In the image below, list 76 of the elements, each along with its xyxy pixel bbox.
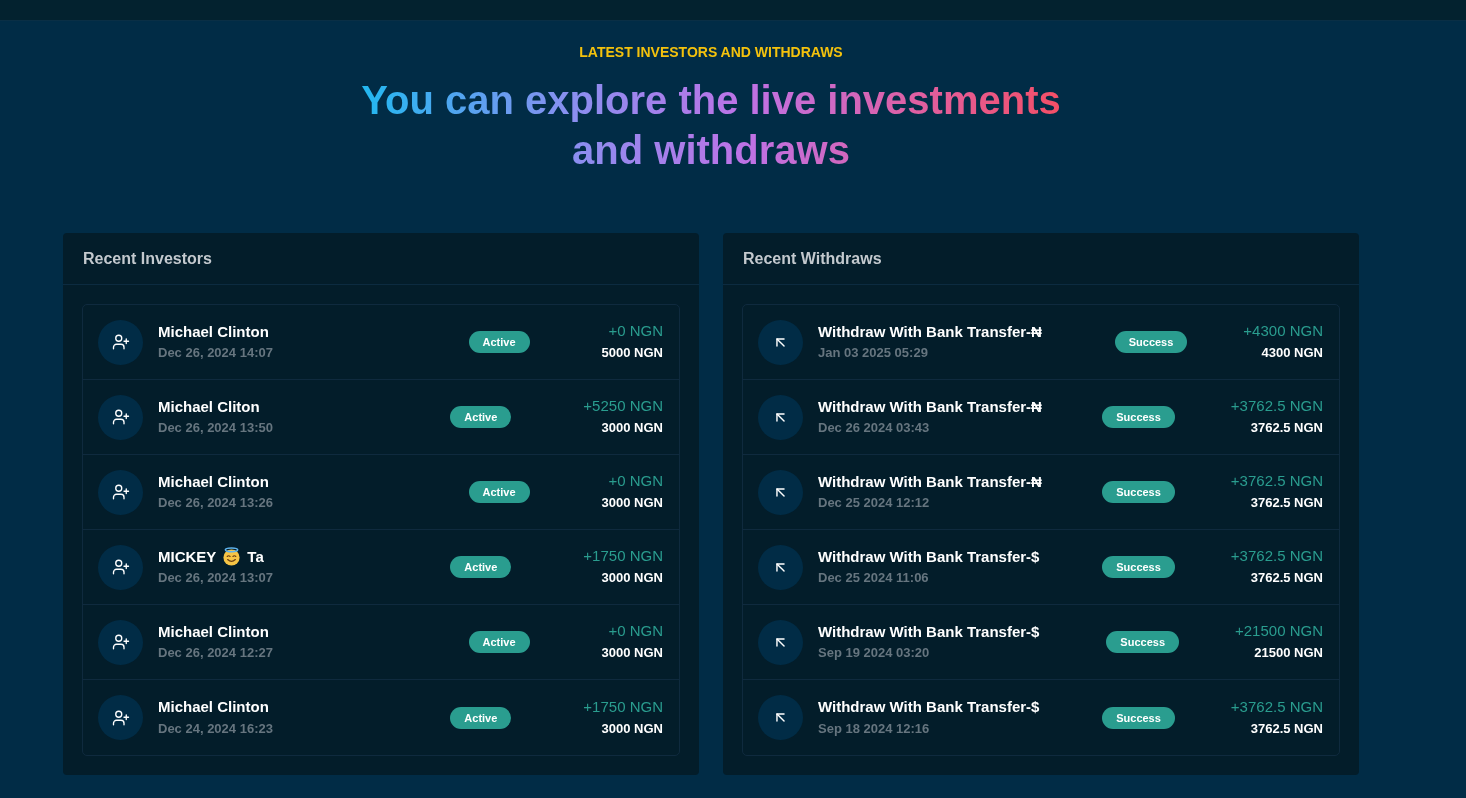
date-text: Dec 26, 2024 12:27 <box>158 644 274 662</box>
profit-amount: +0 NGN <box>608 321 663 341</box>
total-amount: 3762.5 NGN <box>1250 569 1323 587</box>
date-text: Jan 03 2025 05:29 <box>818 344 929 362</box>
arrow-up-left-icon <box>758 544 803 590</box>
total-amount: 3000 NGN <box>601 419 663 437</box>
status-badge: Success <box>1114 331 1188 353</box>
arrow-up-left-icon <box>758 394 803 440</box>
user-plus-icon <box>98 544 143 590</box>
status-badge: Active <box>450 706 512 729</box>
profit-amount: +4300 NGN <box>1243 321 1323 341</box>
withdraw-method: Withdraw With Bank Transfer-₦ <box>818 472 1042 490</box>
total-amount: 21500 NGN <box>1254 644 1323 662</box>
arrow-up-left-icon <box>758 319 803 365</box>
status-badge: Active <box>450 556 512 578</box>
user-plus-icon <box>98 619 143 665</box>
user-plus-icon <box>98 695 143 740</box>
total-amount: 4300 NGN <box>1261 344 1323 362</box>
user-plus-icon <box>98 319 143 365</box>
profit-amount: +1750 NGN <box>583 546 663 566</box>
date-text: Dec 26 2024 03:43 <box>818 419 931 437</box>
total-amount: 3000 NGN <box>601 569 663 587</box>
profit-amount: +3762.5 NGN <box>1230 396 1323 416</box>
date-text: Dec 26, 2024 13:07 <box>158 569 274 587</box>
investor-name: Ta <box>247 547 264 565</box>
card-title: Recent Investors <box>83 249 212 268</box>
profit-amount: +3762.5 NGN <box>1230 471 1323 491</box>
profit-amount: +0 NGN <box>608 471 663 491</box>
withdraw-method: Withdraw With Bank Transfer-₦ <box>818 322 1042 340</box>
date-text: Dec 25 2024 11:06 <box>818 569 930 587</box>
user-plus-icon <box>98 469 143 515</box>
total-amount: 3000 NGN <box>601 494 663 512</box>
date-text: Dec 24, 2024 16:23 <box>158 719 274 738</box>
withdraw-method: Withdraw With Bank Transfer-$ <box>818 547 1040 565</box>
status-badge: Success <box>1102 481 1175 503</box>
status-badge: Success <box>1102 706 1175 729</box>
withdraw-method: Withdraw With Bank Transfer-$ <box>818 698 1040 715</box>
status-badge: Success <box>1106 631 1179 653</box>
profit-amount: +5250 NGN <box>583 396 663 416</box>
total-amount: 3762.5 NGN <box>1250 494 1323 512</box>
profit-amount: +1750 NGN <box>583 696 663 717</box>
user-plus-icon <box>98 394 143 440</box>
investor-name: Michael Clinton <box>158 622 269 640</box>
card-title: Recent Withdraws <box>743 249 882 268</box>
date-text: Dec 26, 2024 13:26 <box>158 494 274 512</box>
arrow-up-left-icon <box>758 695 803 740</box>
total-amount: 3762.5 NGN <box>1250 719 1323 738</box>
arrow-up-left-icon <box>758 619 803 665</box>
investor-name: MICKEY <box>158 547 217 565</box>
status-badge: Active <box>468 331 530 353</box>
total-amount: 5000 NGN <box>601 344 663 362</box>
status-badge: Active <box>450 406 512 428</box>
investor-name: Michael Clinton <box>158 698 269 715</box>
date-text: Sep 19 2024 03:20 <box>818 644 931 662</box>
investor-name: Michael Clinton <box>158 472 269 490</box>
profit-amount: +21500 NGN <box>1235 621 1323 641</box>
date-text: Dec 26, 2024 14:07 <box>158 344 274 362</box>
investor-name: Michael Clinton <box>158 322 269 340</box>
withdraw-method: Withdraw With Bank Transfer-$ <box>818 622 1040 640</box>
investor-name: Michael Cliton <box>158 397 260 415</box>
date-text: Sep 18 2024 12:16 <box>818 719 931 738</box>
date-text: Dec 26, 2024 13:50 <box>158 419 274 437</box>
profit-amount: +0 NGN <box>608 621 663 641</box>
status-badge: Success <box>1102 406 1175 428</box>
profit-amount: +3762.5 NGN <box>1230 696 1323 717</box>
profit-amount: +3762.5 NGN <box>1230 546 1323 566</box>
arrow-up-left-icon <box>758 469 803 515</box>
status-badge: Active <box>468 481 530 503</box>
date-text: Dec 25 2024 12:12 <box>818 494 931 512</box>
status-badge: Active <box>468 631 530 653</box>
withdraw-method: Withdraw With Bank Transfer-₦ <box>818 397 1042 415</box>
total-amount: 3000 NGN <box>601 644 663 662</box>
total-amount: 3762.5 NGN <box>1250 419 1323 437</box>
status-badge: Success <box>1102 556 1175 578</box>
section-eyebrow: LATEST INVESTORS AND WITHDRAWS <box>579 43 843 61</box>
total-amount: 3000 NGN <box>601 719 663 738</box>
